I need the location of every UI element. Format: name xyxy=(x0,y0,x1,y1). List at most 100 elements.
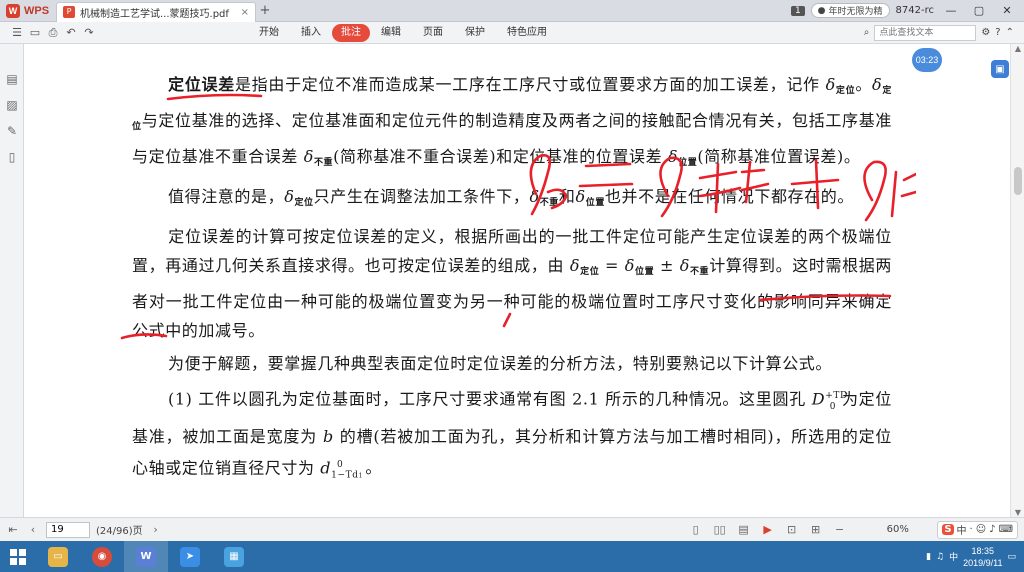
pdf-file-icon: P xyxy=(63,6,75,18)
redo-icon[interactable]: ↷ xyxy=(80,24,98,42)
chrome-icon: ◉ xyxy=(92,546,112,567)
continuous-icon[interactable]: ▤ xyxy=(737,523,751,537)
zoom-level[interactable]: 60% xyxy=(887,524,909,535)
start-button[interactable] xyxy=(0,541,36,572)
outline-icon[interactable]: ▤ xyxy=(0,66,24,92)
volume-icon[interactable]: ♫ xyxy=(936,552,944,562)
network-icon[interactable]: ▮ xyxy=(926,552,931,562)
ime-toolbar[interactable]: S 中 · ☺ ♪ ⌨ xyxy=(937,520,1018,539)
print-icon[interactable]: ⎙ xyxy=(44,24,62,42)
user-account-pill[interactable]: ● 年时无限为精 xyxy=(810,3,890,18)
title-right-area: 1 ● 年时无限为精 8742-rc — ▢ ✕ xyxy=(790,3,1024,18)
send-icon: ➤ xyxy=(180,546,200,567)
taskbar-wps[interactable]: W xyxy=(124,541,168,572)
clock-time: 18:35 xyxy=(971,545,995,556)
scroll-thumb[interactable] xyxy=(1014,167,1022,195)
left-sidebar: ▤ ▨ ✎ ▯ xyxy=(0,44,24,517)
clock-date: 2019/9/11 xyxy=(963,557,1003,568)
wps-icon: W xyxy=(136,546,156,567)
window-count-badge[interactable]: 1 xyxy=(790,5,805,16)
page-info: (24/96)页 xyxy=(96,526,143,537)
close-window-button[interactable]: ✕ xyxy=(996,4,1018,17)
tab-annotate[interactable]: 批注 xyxy=(332,23,370,42)
notification-icon[interactable]: ▭ xyxy=(1007,552,1016,562)
collapse-ribbon-icon[interactable]: ⌃ xyxy=(1006,27,1014,38)
zoom-out-icon[interactable]: − xyxy=(833,523,847,537)
title-bar: W WPS P 机械制造工艺学试...蒙题技巧.pdf × + 1 ● 年时无限… xyxy=(0,0,1024,22)
taskbar-calendar[interactable]: ▦ xyxy=(212,541,256,572)
single-page-icon[interactable]: ▯ xyxy=(689,523,703,537)
new-tab-button[interactable]: + xyxy=(256,3,274,18)
menu-icon[interactable]: ☰ xyxy=(8,24,26,42)
tab-close-icon[interactable]: × xyxy=(241,7,249,18)
tab-protect[interactable]: 保护 xyxy=(454,24,496,42)
tab-page[interactable]: 页面 xyxy=(412,24,454,42)
paragraph-4: 为便于解题，要掌握几种典型表面定位时定位误差的分析方法，特别要熟记以下计算公式。 xyxy=(168,354,833,373)
app-name: WPS xyxy=(24,4,50,17)
minimize-button[interactable]: — xyxy=(940,4,962,17)
tab-special[interactable]: 特色应用 xyxy=(496,24,558,42)
keyboard-icon: ⌨ xyxy=(998,524,1013,535)
search-icon: ⌕ xyxy=(863,27,870,38)
ribbon-menu-bar: ☰ ▭ ⎙ ↶ ↷ 开始 插入 批注 编辑 页面 保护 特色应用 ⌕ ⚙ ? ⌃ xyxy=(0,22,1024,44)
taskbar-explorer[interactable]: ▭ xyxy=(36,541,80,572)
ink-weizhi xyxy=(890,170,916,218)
taskbar-chrome[interactable]: ◉ xyxy=(80,541,124,572)
user-name: 年时无限为精 xyxy=(828,7,883,17)
calendar-icon: ▦ xyxy=(224,546,244,567)
view-tools: ▯ ▯▯ ▤ ▶ ⊡ ⊞ − 60% xyxy=(689,523,909,537)
vertical-scrollbar[interactable]: ▲ ▼ xyxy=(1010,44,1024,517)
fit-width-icon[interactable]: ⊞ xyxy=(809,523,823,537)
open-folder-icon[interactable]: ▭ xyxy=(26,24,44,42)
sogou-ime-icon: S xyxy=(942,524,954,535)
scroll-down-icon[interactable]: ▼ xyxy=(1011,508,1024,517)
system-tray: ▮ ♫ 中 18:35 2019/9/11 ▭ xyxy=(926,545,1024,569)
windows-taskbar: ▭ ◉ W ➤ ▦ ▮ ♫ 中 18:35 2019/9/11 ▭ xyxy=(0,541,1024,572)
settings-gear-icon[interactable]: ⚙ xyxy=(981,27,990,38)
floating-tool-icon[interactable]: ▣ xyxy=(991,60,1009,78)
term-positioning-error: 定位误差 xyxy=(168,75,235,94)
punctuation-icon: · xyxy=(969,524,973,535)
bookmark-icon[interactable]: ▯ xyxy=(0,144,24,170)
document-tab[interactable]: P 机械制造工艺学试...蒙题技巧.pdf × xyxy=(56,1,256,22)
play-icon[interactable]: ▶ xyxy=(761,523,775,537)
wps-app-menu[interactable]: W WPS xyxy=(0,0,56,22)
main-menu: 开始 插入 批注 编辑 页面 保护 特色应用 xyxy=(248,23,558,42)
windows-logo-icon xyxy=(10,548,26,565)
scroll-up-icon[interactable]: ▲ xyxy=(1011,44,1024,53)
ribbon-right: ⌕ ⚙ ? ⌃ xyxy=(863,24,1024,41)
help-icon[interactable]: ? xyxy=(995,27,1000,38)
page-number-input[interactable] xyxy=(46,521,90,538)
double-page-icon[interactable]: ▯▯ xyxy=(713,523,727,537)
user-extra-text: 8742-rc xyxy=(895,5,934,16)
ime-mode: 中 xyxy=(956,526,967,537)
paragraph-1: 定位误差是指由于定位不准而造成某一工序在工序尺寸或位置要求方面的加工误差，记作 … xyxy=(132,75,892,168)
thumbnail-icon[interactable]: ▨ xyxy=(0,92,24,118)
fit-page-icon[interactable]: ⊡ xyxy=(785,523,799,537)
undo-icon[interactable]: ↶ xyxy=(62,24,80,42)
system-clock[interactable]: 18:35 2019/9/11 xyxy=(963,545,1002,569)
tab-start[interactable]: 开始 xyxy=(248,24,290,42)
paragraph-5: (1) 工件以圆孔为定位基面时，工序尺寸要求通常有图 2.1 所示的几种情况。这… xyxy=(132,389,893,481)
prev-icon[interactable]: ‹ xyxy=(26,523,40,536)
status-bar: ⇤ ‹ (24/96)页 › ▯ ▯▯ ▤ ▶ ⊡ ⊞ − 60% S 中 · … xyxy=(0,517,1024,541)
wps-logo-icon: W xyxy=(6,3,20,18)
emoji-icon: ☺ xyxy=(975,524,987,535)
paragraph-3: 定位误差的计算可按定位误差的定义，根据所画出的一批工件定位可能产生定位误差的两个… xyxy=(132,227,892,340)
folder-icon: ▭ xyxy=(48,546,68,567)
taskbar-feishu[interactable]: ➤ xyxy=(168,541,212,572)
document-tab-title: 机械制造工艺学试...蒙题技巧.pdf xyxy=(80,8,229,20)
recording-timer[interactable]: 03:23 xyxy=(912,48,942,72)
mic-icon: ♪ xyxy=(989,524,996,535)
annotation-icon[interactable]: ✎ xyxy=(0,118,24,144)
document-content: 定位误差是指由于定位不准而造成某一工序在工序尺寸或位置要求方面的加工误差，记作 … xyxy=(132,70,892,490)
search-input[interactable] xyxy=(874,24,977,41)
next-icon[interactable]: › xyxy=(149,523,163,536)
maximize-button[interactable]: ▢ xyxy=(968,4,990,17)
prev-page-icon[interactable]: ⇤ xyxy=(6,523,20,536)
avatar-icon: ● xyxy=(817,5,826,16)
ime-tray-icon[interactable]: 中 xyxy=(949,550,958,563)
tab-edit[interactable]: 编辑 xyxy=(370,24,412,42)
pdf-page[interactable]: 定位误差是指由于定位不准而造成某一工序在工序尺寸或位置要求方面的加工误差，记作 … xyxy=(96,44,916,517)
tab-insert[interactable]: 插入 xyxy=(290,24,332,42)
